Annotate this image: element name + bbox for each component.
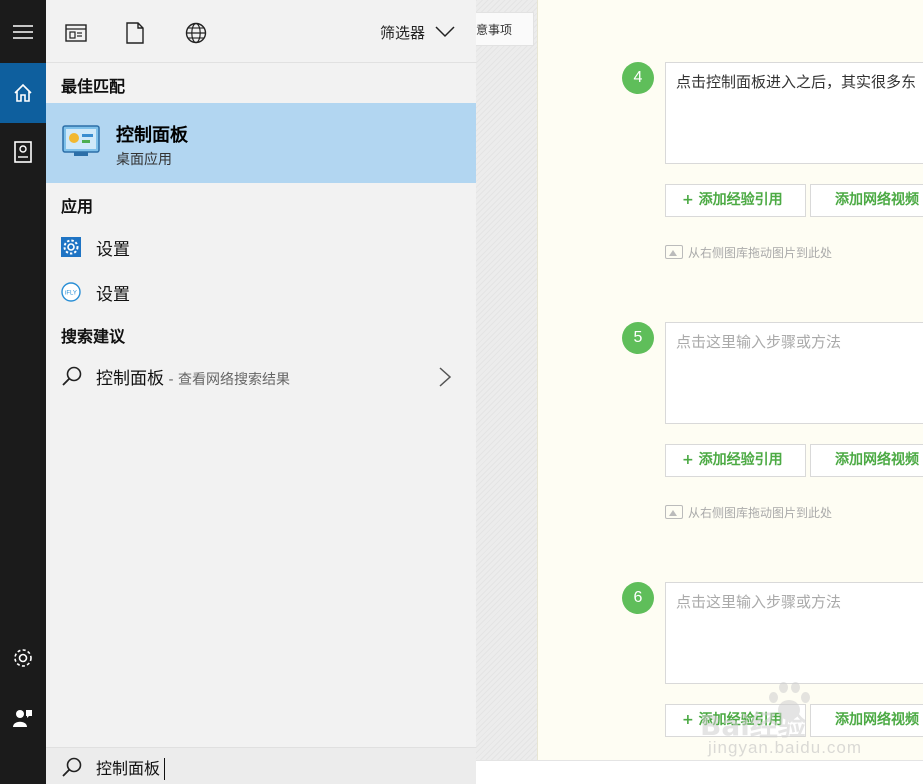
ifly-icon: iFLY [61,282,81,302]
app-result-label: 设置 [96,240,130,260]
svg-text:iFLY: iFLY [65,291,77,297]
search-icon [62,757,82,777]
step-number-badge: 6 [622,582,654,614]
settings-button[interactable] [0,634,46,682]
image-drop-hint-text: 从右侧图库拖动图片到此处 [688,246,833,260]
image-icon [665,245,683,259]
menu-icon [13,25,33,39]
image-drop-hint[interactable]: 从右侧图库拖动图片到此处 [665,244,832,261]
chevron-down-icon [435,26,455,38]
notebook-button[interactable] [0,128,46,176]
menu-button[interactable] [0,8,46,56]
best-match-type: 桌面应用 [116,152,172,168]
suggestion-query: 控制面板 [96,369,164,389]
document-icon [126,22,144,44]
home-button[interactable] [0,63,46,123]
start-rail [0,0,46,784]
feedback-button[interactable] [0,694,46,742]
add-video-button[interactable]: 添加网络视频 [810,444,923,477]
apps-scope-icon [65,24,87,42]
step-text-field[interactable]: 点击控制面板进入之后，其实很多东 [665,62,923,164]
image-drop-hint-text: 从右侧图库拖动图片到此处 [688,506,833,520]
tab-notes[interactable]: 意事项 [476,12,534,46]
add-experience-button[interactable]: + 添加经验引用 [665,444,806,477]
step-number-badge: 5 [622,322,654,354]
app-result-ifly-settings[interactable]: iFLY 设置 [46,270,476,314]
filter-label: 筛选器 [380,23,426,42]
page-gutter [476,0,537,784]
scope-apps-button[interactable] [62,19,90,47]
best-match-name: 控制面板 [116,125,188,146]
suggestion-hint: - 查看网络搜索结果 [164,372,290,388]
start-search-panel: 筛选器 最佳匹配 控制面板 桌面应用 应用 设置 iFLY 设置 搜索建议 控制… [46,0,476,784]
control-panel-icon [62,125,100,156]
search-input[interactable] [96,754,456,780]
app-result-settings[interactable]: 设置 [46,225,476,269]
home-icon [14,83,32,102]
filter-dropdown[interactable]: 筛选器 [380,20,455,44]
text-caret [164,758,165,780]
settings-gear-icon [61,237,81,257]
add-experience-button[interactable]: + 添加经验引用 [665,184,806,217]
add-video-button[interactable]: 添加网络视频 [810,184,923,217]
baidu-jingyan-watermark: Bai经验 jingyan.baidu.com [700,680,900,770]
image-drop-hint[interactable]: 从右侧图库拖动图片到此处 [665,504,832,521]
best-match-result[interactable]: 控制面板 桌面应用 [46,103,476,183]
app-result-label: 设置 [96,285,130,305]
step-text-field[interactable]: 点击这里输入步骤或方法 [665,582,923,684]
search-scope-bar: 筛选器 [46,0,476,63]
scope-web-button[interactable] [182,19,210,47]
step-number-badge: 4 [622,62,654,94]
globe-icon [185,22,207,44]
image-icon [665,505,683,519]
chevron-right-icon [439,367,452,387]
feedback-icon [13,710,32,727]
settings-icon [14,649,32,667]
apps-heading: 应用 [61,197,94,216]
search-suggestions-heading: 搜索建议 [61,327,126,346]
search-box[interactable] [46,747,476,784]
web-search-suggestion[interactable]: 控制面板 - 查看网络搜索结果 [46,356,476,400]
notebook-icon [14,141,32,163]
watermark-url: jingyan.baidu.com [708,738,863,757]
search-icon [62,366,82,386]
step-text-field[interactable]: 点击这里输入步骤或方法 [665,322,923,424]
scope-documents-button[interactable] [121,19,149,47]
best-match-heading: 最佳匹配 [61,77,126,96]
tab-notes-label: 意事项 [476,23,513,37]
paw-icon [765,680,813,724]
